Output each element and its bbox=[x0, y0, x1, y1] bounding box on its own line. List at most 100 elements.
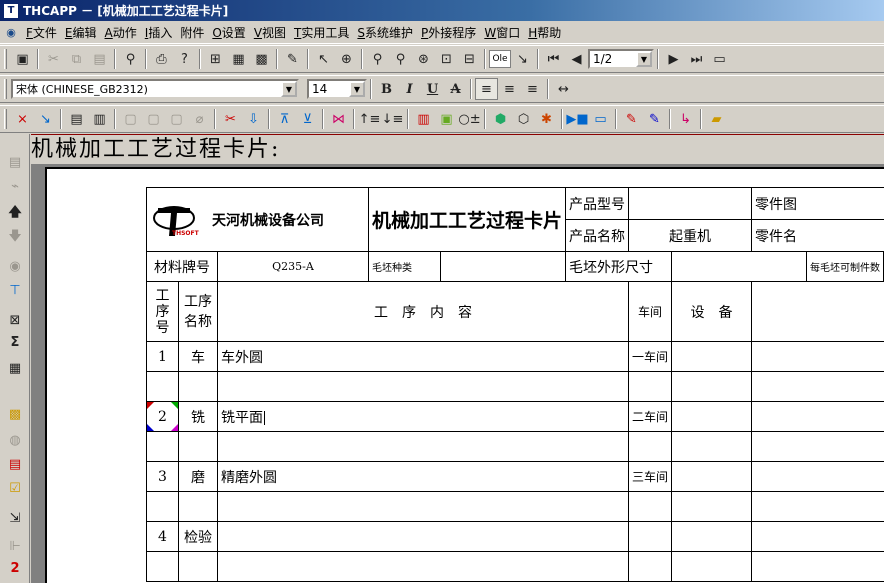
export-icon[interactable]: ⇲ bbox=[4, 508, 26, 528]
op-name-cell[interactable] bbox=[177, 431, 218, 462]
zoom-icon[interactable]: ⊕ bbox=[335, 48, 358, 70]
screen-icon[interactable]: ▭ bbox=[589, 108, 612, 130]
link-icon[interactable]: ↘ bbox=[511, 48, 534, 70]
calculator-icon[interactable]: ⊠ bbox=[4, 310, 26, 330]
zoom-fit-icon[interactable]: ⊛ bbox=[412, 48, 435, 70]
zoom-out-icon[interactable]: ⚲ bbox=[366, 48, 389, 70]
delete-row-icon[interactable]: ⋈ bbox=[327, 108, 350, 130]
page-properties-icon[interactable]: ▥ bbox=[88, 108, 111, 130]
stamp-icon[interactable]: ▩ bbox=[4, 404, 26, 424]
equipment-cell[interactable] bbox=[670, 461, 752, 492]
menu-3[interactable]: I插入 bbox=[141, 24, 177, 42]
bar-chart-icon[interactable]: ▥ bbox=[412, 108, 435, 130]
workshop-cell[interactable] bbox=[627, 431, 672, 462]
op-content-cell[interactable] bbox=[216, 431, 629, 462]
equipment-cell[interactable] bbox=[670, 371, 752, 402]
find-icon[interactable]: ⚲ bbox=[119, 48, 142, 70]
menu-4[interactable]: 附件 bbox=[176, 24, 208, 42]
extra-cell[interactable] bbox=[750, 341, 884, 372]
paste-page-icon[interactable]: ▢ bbox=[142, 108, 165, 130]
menu-1[interactable]: E编辑 bbox=[61, 24, 101, 42]
sort-up-icon[interactable]: ↑≡ bbox=[358, 108, 381, 130]
print-icon[interactable]: ⎙ bbox=[150, 48, 173, 70]
pen-blue-icon[interactable]: ✎ bbox=[643, 108, 666, 130]
attach-icon[interactable]: ⌀ bbox=[188, 108, 211, 130]
branch-icon[interactable]: ⊩ bbox=[4, 536, 26, 556]
page-select[interactable]: 1/2 ▼ bbox=[588, 49, 654, 69]
font-size-select[interactable]: 14 ▼ bbox=[307, 79, 367, 99]
insert-row-icon[interactable]: ⇩ bbox=[242, 108, 265, 130]
checklist-icon[interactable]: ☑ bbox=[4, 478, 26, 498]
toolbar-grip[interactable] bbox=[4, 79, 7, 99]
extra-cell[interactable] bbox=[750, 371, 884, 402]
menu-2[interactable]: A动作 bbox=[101, 24, 141, 42]
op-name-cell[interactable]: 检验 bbox=[177, 521, 218, 552]
align-center-icon[interactable]: ≡ bbox=[498, 78, 521, 100]
tree-view-icon[interactable]: ⊞ bbox=[204, 48, 227, 70]
tree-icon[interactable]: ⊤ bbox=[4, 280, 26, 300]
equipment-cell[interactable] bbox=[670, 491, 752, 522]
eye-icon[interactable]: ◉ bbox=[4, 256, 26, 276]
extra-cell[interactable] bbox=[750, 551, 884, 582]
workshop-cell[interactable] bbox=[627, 551, 672, 582]
copy-page-icon[interactable]: ▢ bbox=[119, 108, 142, 130]
menu-10[interactable]: W窗口 bbox=[480, 24, 524, 42]
op-number-cell[interactable]: 1 bbox=[146, 341, 179, 372]
new-card-icon[interactable]: ▦ bbox=[227, 48, 250, 70]
extra-cell[interactable] bbox=[750, 491, 884, 522]
card-library-icon[interactable]: ▩ bbox=[250, 48, 273, 70]
frame-icon[interactable]: ▣ bbox=[435, 108, 458, 130]
menu-8[interactable]: S系统维护 bbox=[353, 24, 417, 42]
chevron-down-icon[interactable]: ▼ bbox=[636, 51, 652, 67]
extra-cell[interactable] bbox=[750, 431, 884, 462]
italic-button[interactable]: I bbox=[398, 78, 421, 100]
save-icon[interactable]: ▣ bbox=[11, 48, 34, 70]
toolbar-grip[interactable] bbox=[4, 109, 7, 129]
cut-row-icon[interactable]: ✂ bbox=[219, 108, 242, 130]
eraser-icon[interactable]: ▰ bbox=[705, 108, 728, 130]
menu-11[interactable]: H帮助 bbox=[524, 24, 565, 42]
extra-cell[interactable] bbox=[750, 401, 884, 432]
doc-icon[interactable]: ▤ bbox=[4, 152, 26, 172]
select-pointer-icon[interactable]: ↖ bbox=[312, 48, 335, 70]
op-number-cell[interactable] bbox=[146, 491, 179, 522]
cut-icon[interactable]: ✂ bbox=[42, 48, 65, 70]
op-name-cell[interactable] bbox=[177, 551, 218, 582]
op-name-cell[interactable]: 铣 bbox=[177, 401, 218, 432]
app-icon[interactable]: T bbox=[3, 2, 19, 19]
output-icon[interactable]: ▶■ bbox=[566, 108, 589, 130]
chevron-down-icon[interactable]: ▼ bbox=[349, 81, 365, 97]
workshop-cell[interactable] bbox=[627, 491, 672, 522]
cube-icon[interactable]: ⬡ bbox=[512, 108, 535, 130]
product-name-cell[interactable]: 起重机 bbox=[627, 219, 752, 252]
zoom-in-icon[interactable]: ⚲ bbox=[389, 48, 412, 70]
extra-cell[interactable] bbox=[750, 461, 884, 492]
number-icon[interactable]: ○± bbox=[458, 108, 481, 130]
card-paper[interactable]: THSOFT 天河机械设备公司 机械加工工艺过程卡片 产品型号 零件图 产品名称… bbox=[45, 167, 884, 583]
brush-icon[interactable]: ⌁ bbox=[4, 176, 26, 196]
equipment-cell[interactable] bbox=[670, 551, 752, 582]
menu-7[interactable]: T实用工具 bbox=[290, 24, 353, 42]
move-up-icon[interactable]: 🡅 bbox=[4, 204, 26, 224]
op-content-cell[interactable]: 铣平面 bbox=[216, 401, 629, 432]
delete-page-icon[interactable]: ▢ bbox=[165, 108, 188, 130]
document-menu-icon[interactable]: ◉ bbox=[4, 26, 18, 40]
page-icon[interactable]: ▤ bbox=[65, 108, 88, 130]
globe-icon[interactable]: ◍ bbox=[4, 430, 26, 450]
op-content-cell[interactable] bbox=[216, 521, 629, 552]
properties-icon[interactable]: ▦ bbox=[4, 358, 26, 378]
product-model-cell[interactable] bbox=[627, 187, 752, 220]
align-right-icon[interactable]: ≡ bbox=[521, 78, 544, 100]
op-number-cell[interactable]: 3 bbox=[146, 461, 179, 492]
justify-width-icon[interactable]: ↔ bbox=[552, 78, 575, 100]
route-icon[interactable]: ↳ bbox=[674, 108, 697, 130]
first-page-icon[interactable]: ⏮ bbox=[542, 48, 565, 70]
sum-icon[interactable]: Σ bbox=[4, 332, 26, 352]
equipment-cell[interactable] bbox=[670, 341, 752, 372]
copy-icon[interactable]: ⧉ bbox=[65, 48, 88, 70]
align-left-icon[interactable]: ≡ bbox=[475, 78, 498, 100]
insert-below-icon[interactable]: ⊻ bbox=[296, 108, 319, 130]
material-cell[interactable]: Q235-A bbox=[216, 251, 369, 282]
op-number-cell[interactable]: 4 bbox=[146, 521, 179, 552]
pen-red-icon[interactable]: ✎ bbox=[620, 108, 643, 130]
